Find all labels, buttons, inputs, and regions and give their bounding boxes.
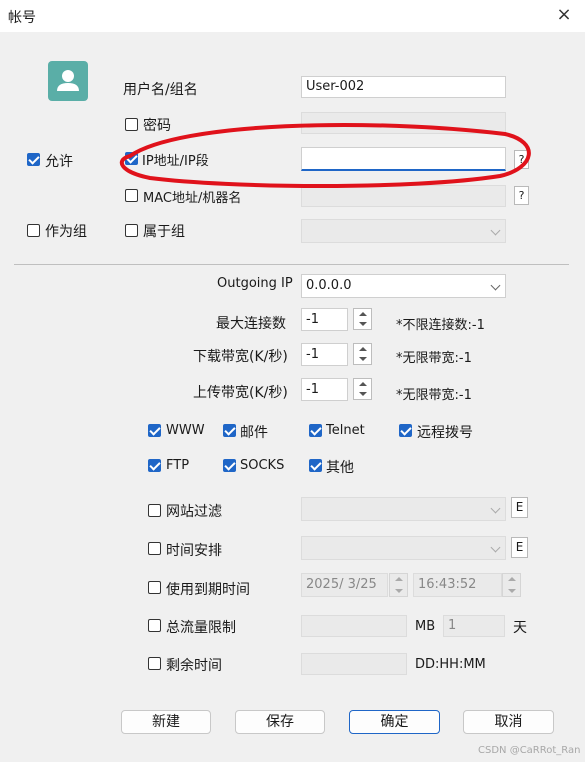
schedule-edit-button[interactable]: E: [511, 537, 528, 558]
upload-spinner[interactable]: [353, 378, 372, 400]
close-icon: ×: [556, 4, 572, 25]
ok-button[interactable]: 确定: [349, 710, 440, 734]
traffic-limit-label: 总流量限制: [166, 620, 236, 636]
cancel-button[interactable]: 取消: [463, 710, 554, 734]
www-checkbox[interactable]: [148, 424, 161, 437]
expire-checkbox[interactable]: [148, 581, 161, 594]
mac-checkbox[interactable]: [125, 189, 138, 202]
download-spinner[interactable]: [353, 343, 372, 365]
schedule-select: [301, 536, 506, 560]
site-filter-select: [301, 497, 506, 521]
chevron-down-icon: [490, 503, 501, 514]
site-filter-label: 网站过滤: [166, 504, 222, 520]
window-title: 帐号: [8, 10, 36, 26]
www-label: WWW: [166, 423, 205, 438]
mail-checkbox[interactable]: [223, 424, 236, 437]
download-input[interactable]: -1: [301, 343, 348, 366]
expire-date-input: 2025/ 3/25: [301, 573, 388, 597]
traffic-unit-label: MB: [415, 619, 436, 634]
remaining-time-checkbox[interactable]: [148, 657, 161, 670]
traffic-limit-input: [301, 615, 407, 637]
belongs-group-checkbox[interactable]: [125, 224, 138, 237]
chevron-down-icon: [490, 542, 501, 553]
dialup-label: 远程拨号: [417, 425, 473, 441]
chevron-down-icon: [490, 280, 501, 291]
section-divider: [14, 264, 569, 265]
watermark: CSDN @CaRRot_Ran: [478, 745, 581, 756]
as-group-label: 作为组: [45, 224, 87, 240]
username-label: 用户名/组名: [123, 82, 198, 98]
username-input[interactable]: User-002: [301, 76, 506, 98]
socks-checkbox[interactable]: [223, 459, 236, 472]
upload-hint: *无限带宽:-1: [396, 388, 472, 403]
ftp-label: FTP: [166, 458, 190, 473]
max-connections-spinner[interactable]: [353, 308, 372, 330]
telnet-label: Telnet: [326, 423, 365, 438]
dialup-checkbox[interactable]: [399, 424, 412, 437]
allow-label: 允许: [45, 154, 73, 170]
remaining-format-label: DD:HH:MM: [415, 657, 486, 672]
max-connections-input[interactable]: -1: [301, 308, 348, 331]
download-label: 下载带宽(K/秒): [193, 349, 288, 365]
other-checkbox[interactable]: [309, 459, 322, 472]
as-group-checkbox[interactable]: [27, 224, 40, 237]
max-connections-label: 最大连接数: [216, 316, 286, 332]
expire-time-input: 16:43:52: [413, 573, 502, 597]
telnet-checkbox[interactable]: [309, 424, 322, 437]
site-filter-checkbox[interactable]: [148, 504, 161, 517]
traffic-days-input: 1: [443, 615, 505, 637]
belongs-group-label: 属于组: [143, 224, 185, 240]
user-avatar-icon: [48, 61, 88, 101]
remaining-time-input: [301, 653, 407, 675]
title-bar: [0, 0, 585, 32]
expire-label: 使用到期时间: [166, 582, 250, 598]
schedule-label: 时间安排: [166, 543, 222, 559]
allow-checkbox[interactable]: [27, 153, 40, 166]
outgoing-ip-select[interactable]: 0.0.0.0: [301, 274, 506, 298]
download-hint: *无限带宽:-1: [396, 351, 472, 366]
upload-input[interactable]: -1: [301, 378, 348, 401]
save-button[interactable]: 保存: [235, 710, 325, 734]
remaining-time-label: 剩余时间: [166, 658, 222, 674]
other-label: 其他: [326, 460, 354, 476]
upload-label: 上传带宽(K/秒): [193, 385, 288, 401]
outgoing-ip-label: Outgoing IP: [217, 276, 293, 291]
expire-date-spinner: [389, 573, 408, 597]
new-button[interactable]: 新建: [121, 710, 211, 734]
max-connections-hint: *不限连接数:-1: [396, 318, 485, 333]
outgoing-ip-value: 0.0.0.0: [306, 278, 352, 293]
socks-label: SOCKS: [240, 458, 285, 473]
group-select: [301, 219, 506, 243]
chevron-down-icon: [490, 225, 501, 236]
red-annotation-circle: [119, 122, 531, 188]
schedule-checkbox[interactable]: [148, 542, 161, 555]
expire-time-spinner: [502, 573, 521, 597]
close-button[interactable]: ×: [552, 2, 576, 28]
days-unit-label: 天: [513, 620, 527, 636]
ftp-checkbox[interactable]: [148, 459, 161, 472]
mail-label: 邮件: [240, 425, 268, 441]
traffic-limit-checkbox[interactable]: [148, 619, 161, 632]
site-filter-edit-button[interactable]: E: [511, 497, 528, 518]
